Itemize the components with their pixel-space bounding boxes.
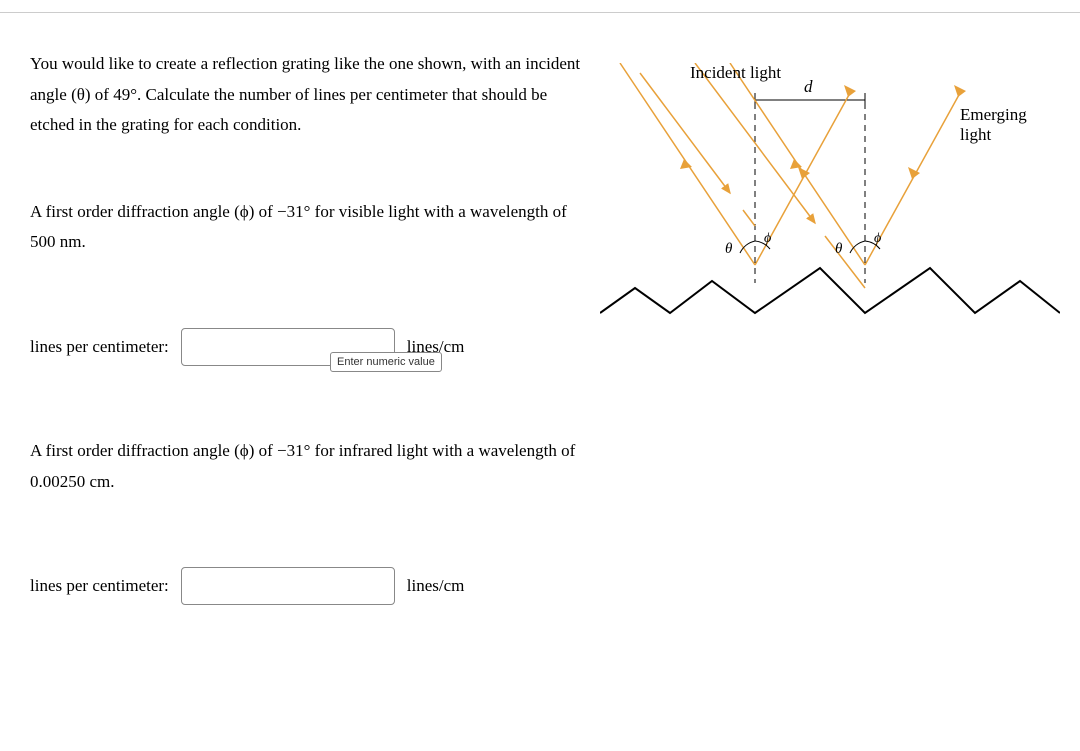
phi-label-1: ϕ	[764, 231, 771, 247]
condition-1: A first order diffraction angle (ϕ) of −…	[30, 197, 590, 258]
answer-label-1: lines per centimeter:	[30, 337, 169, 357]
grating-figure: Incident light Emerging light d θ ϕ θ ϕ	[600, 63, 1060, 343]
answer-row-1: lines per centimeter: lines/cm Enter num…	[30, 328, 590, 366]
d-label: d	[804, 77, 813, 97]
input-tooltip: Enter numeric value	[330, 352, 442, 372]
problem-intro: You would like to create a reflection gr…	[30, 49, 590, 141]
phi-label-2: ϕ	[874, 231, 881, 247]
theta-label-2: θ	[835, 241, 842, 258]
answer-row-2: lines per centimeter: lines/cm	[30, 567, 590, 605]
theta-label-1: θ	[725, 241, 732, 258]
emerging-light-label: Emerging light	[960, 105, 1060, 145]
answer-input-2[interactable]	[181, 567, 395, 605]
answer-label-2: lines per centimeter:	[30, 576, 169, 596]
condition-2: A first order diffraction angle (ϕ) of −…	[30, 436, 590, 497]
incident-light-label: Incident light	[690, 63, 781, 83]
unit-label-2: lines/cm	[407, 576, 465, 596]
